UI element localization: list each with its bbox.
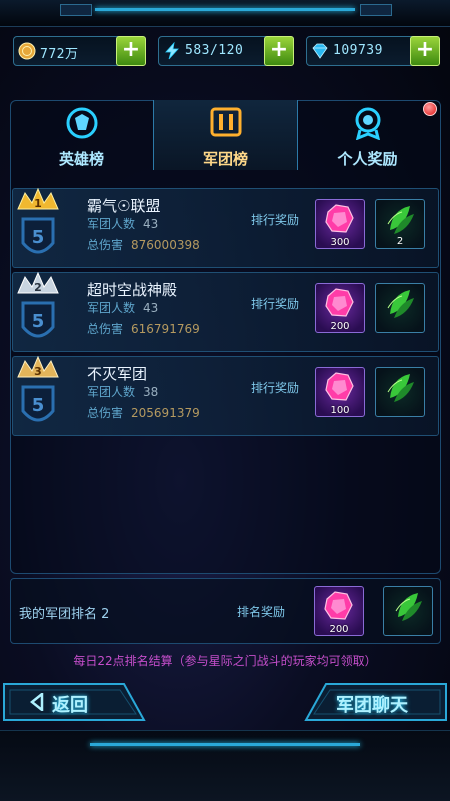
green-crystal-icon: [387, 290, 414, 318]
pink-gem-icon: [324, 591, 353, 620]
badge-level: 5: [32, 395, 45, 416]
energy-value: 583/120: [185, 43, 244, 58]
my-gem-reward-item[interactable]: 200: [314, 586, 364, 636]
member-count-value: 38: [143, 385, 159, 399]
gold-coin-icon: [18, 42, 36, 60]
add-gold-button[interactable]: +: [116, 36, 146, 66]
gem-count: 100: [330, 405, 350, 416]
badge-level: 5: [32, 227, 45, 248]
member-count-value: 43: [143, 217, 159, 231]
diamond-value: 109739: [333, 43, 383, 58]
my-rank-label: 我的军团排名: [19, 607, 98, 622]
tab-legion-rank[interactable]: 军团榜: [153, 100, 298, 170]
bronze-crown-rank-badge-icon: 3 5: [17, 355, 59, 422]
badge-level: 5: [32, 311, 45, 332]
gem-count: 200: [330, 321, 350, 332]
pink-gem-icon: [325, 204, 354, 233]
tab-bar: 英雄榜 军团榜 个人奖励: [10, 100, 439, 170]
my-rank-reward-label: 排名奖励: [237, 605, 286, 619]
legion-name: 霸气☉联盟: [87, 197, 161, 215]
bottom-frame: [0, 730, 450, 801]
damage-line: 总伤害 205691379: [87, 404, 200, 421]
settlement-notice: 每日22点排名结算（参与星际之门战斗的玩家均可领取）: [73, 654, 377, 668]
add-diamond-button[interactable]: +: [410, 36, 440, 66]
diamond-resource: 109739 +: [306, 36, 440, 66]
top-glow-line: [95, 8, 355, 11]
damage-value: 205691379: [131, 406, 200, 420]
green-crystal-icon: [387, 374, 414, 402]
gem-reward-item[interactable]: 200: [315, 283, 365, 333]
gold-value: 772万: [40, 47, 79, 62]
gold-resource: 772万 +: [13, 36, 146, 66]
diamond-icon: [312, 43, 328, 59]
gold-crown-rank-badge-icon: 1 5: [17, 187, 59, 254]
back-button[interactable]: 返回: [0, 678, 150, 726]
gem-reward-item[interactable]: 300: [315, 199, 365, 249]
rank-number: 1: [34, 197, 42, 210]
damage-line: 总伤害 876000398: [87, 236, 200, 253]
rank-number: 3: [34, 365, 42, 378]
leaf-count: 2: [396, 236, 404, 247]
rank-number: 2: [34, 281, 42, 294]
legion-chat-button[interactable]: 军团聊天: [300, 678, 450, 726]
damage-value: 876000398: [131, 238, 200, 252]
my-leaf-reward-item[interactable]: [383, 586, 433, 636]
ranking-row-3[interactable]: 3 5 不灭军团 军团人数 38 总伤害 205691379 排行奖励 100: [12, 355, 439, 436]
top-frame-cap-right: [360, 4, 392, 16]
damage-value: 616791769: [131, 322, 200, 336]
silver-crown-rank-badge-icon: 2 5: [17, 271, 59, 338]
green-crystal-icon: [387, 206, 414, 234]
bottom-glow-line: [90, 743, 360, 746]
my-rank-value: 2: [101, 607, 110, 622]
ranking-row-2[interactable]: 2 5 超时空战神殿 军团人数 43 总伤害 616791769 排行奖励 200: [12, 271, 439, 352]
green-crystal-icon: [395, 593, 422, 621]
my-rank-line: 我的军团排名 2: [19, 603, 109, 622]
member-count-label: 军团人数: [87, 301, 136, 315]
tab-legion-rank-label: 军团榜: [202, 150, 248, 168]
gem-count: 300: [330, 237, 350, 248]
legion-chat-button-label: 军团聊天: [336, 695, 408, 716]
tab-personal-reward[interactable]: 个人奖励: [296, 100, 439, 170]
damage-line: 总伤害 616791769: [87, 320, 200, 337]
my-gem-count: 200: [329, 624, 349, 635]
reward-label: 排行奖励: [251, 213, 300, 227]
legion-banner-icon: [210, 107, 242, 137]
damage-label: 总伤害: [87, 238, 124, 252]
member-count-value: 43: [143, 301, 159, 315]
personal-reward-icon: [355, 107, 381, 140]
leaf-reward-item[interactable]: [375, 283, 425, 333]
top-frame-cap-left: [60, 4, 92, 16]
reward-label: 排行奖励: [251, 381, 300, 395]
back-button-label: 返回: [52, 695, 88, 716]
notification-dot: [423, 102, 437, 116]
pink-gem-icon: [325, 372, 354, 401]
top-frame: [0, 0, 450, 27]
pink-gem-icon: [325, 288, 354, 317]
legion-name: 不灭军团: [87, 365, 148, 383]
damage-label: 总伤害: [87, 406, 124, 420]
leaf-reward-item[interactable]: [375, 367, 425, 417]
damage-label: 总伤害: [87, 322, 124, 336]
member-count-label: 军团人数: [87, 385, 136, 399]
member-count-label: 军团人数: [87, 217, 136, 231]
tab-hero-rank-label: 英雄榜: [58, 150, 104, 168]
tab-hero-rank[interactable]: 英雄榜: [10, 100, 153, 170]
legion-name: 超时空战神殿: [87, 281, 178, 299]
tab-personal-reward-label: 个人奖励: [337, 150, 398, 168]
my-legion-rank-panel: 我的军团排名 2 排名奖励 200: [10, 578, 441, 644]
member-count-line: 军团人数 43: [87, 215, 158, 232]
reward-label: 排行奖励: [251, 297, 300, 311]
add-energy-button[interactable]: +: [264, 36, 294, 66]
energy-lightning-icon: [165, 42, 179, 60]
member-count-line: 军团人数 43: [87, 299, 158, 316]
hero-badge-icon: [66, 107, 98, 139]
energy-resource: 583/120 +: [158, 36, 294, 66]
gem-reward-item[interactable]: 100: [315, 367, 365, 417]
ranking-row-1[interactable]: 1 5 霸气☉联盟 军团人数 43 总伤害 876000398 排行奖励 300 2: [12, 187, 439, 268]
member-count-line: 军团人数 38: [87, 383, 158, 400]
back-arrow-icon: [30, 693, 44, 711]
leaf-reward-item[interactable]: 2: [375, 199, 425, 249]
